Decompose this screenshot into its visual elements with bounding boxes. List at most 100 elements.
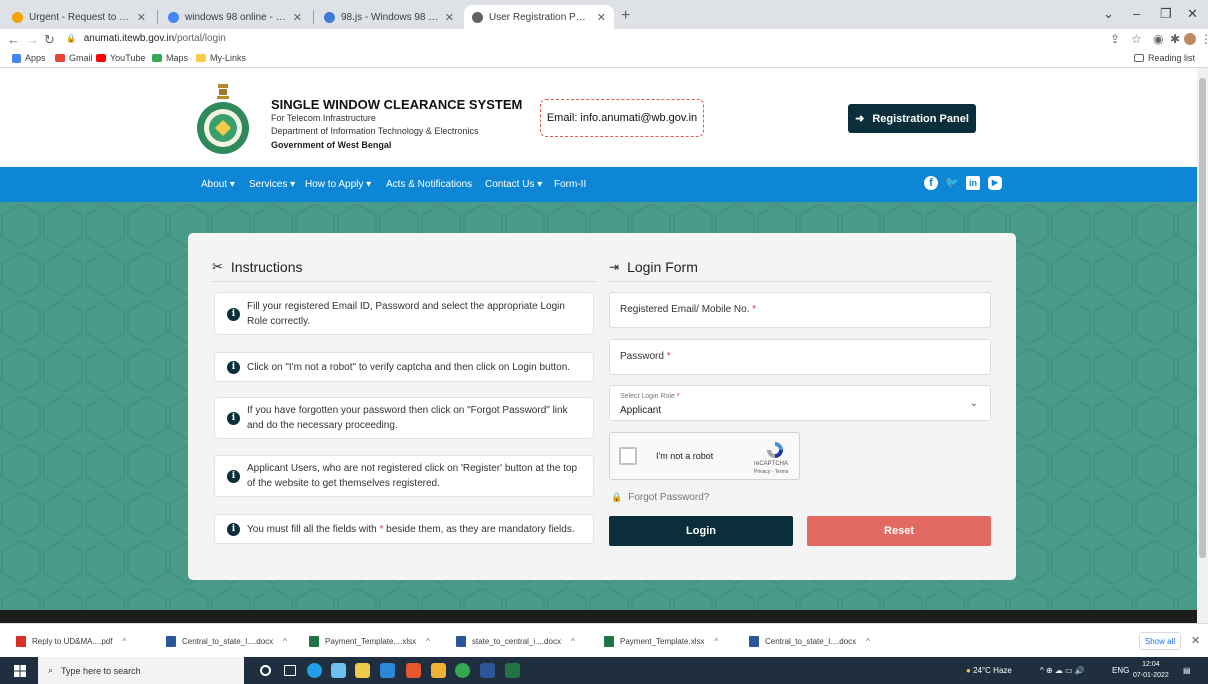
close-window-button[interactable]: ✕ — [1187, 6, 1198, 22]
youtube-social-icon[interactable]: ▶ — [988, 176, 1002, 190]
calculator-icon[interactable] — [331, 663, 346, 678]
bookmark-maps[interactable]: Maps — [152, 53, 188, 63]
taskbar-search-input[interactable]: ⌕ Type here to search — [38, 657, 244, 684]
nav-acts-notifications[interactable]: Acts & Notifications — [386, 179, 472, 190]
bookmark-youtube[interactable]: YouTube — [96, 53, 145, 63]
browser-tab-active[interactable]: User Registration Page ✕ — [464, 5, 614, 29]
notification-icon[interactable]: ▤ — [1183, 666, 1191, 675]
reading-list[interactable]: Reading list — [1134, 53, 1195, 63]
office-icon[interactable] — [406, 663, 421, 678]
forward-arrow-icon[interactable]: → — [26, 32, 39, 47]
forgot-password-link[interactable]: 🔒 Forgot Password? — [611, 492, 709, 503]
edge-icon[interactable] — [307, 663, 322, 678]
site-subtitle: For Telecom Infrastructure — [271, 113, 376, 123]
windows-start-icon[interactable] — [14, 665, 26, 677]
facebook-icon[interactable]: f — [924, 176, 938, 190]
site-header: SINGLE WINDOW CLEARANCE SYSTEM For Telec… — [0, 68, 1197, 167]
reload-icon[interactable]: ↻ — [44, 32, 55, 48]
share-icon[interactable]: ⇪ — [1110, 32, 1120, 46]
nav-how-to-apply[interactable]: How to Apply ▾ — [305, 179, 371, 190]
download-item[interactable]: state_to_central_i....docx ^ — [456, 636, 575, 647]
nav-services[interactable]: Services ▾ — [249, 179, 295, 190]
download-item[interactable]: Reply to UD&MA....pdf ^ — [16, 636, 126, 647]
close-icon[interactable]: ✕ — [597, 11, 606, 24]
lock-app-icon[interactable] — [431, 663, 446, 678]
chevron-up-icon[interactable]: ^ — [571, 637, 575, 646]
address-bar[interactable]: 🔒 anumati.itewb.gov.in/portal/login — [66, 33, 226, 44]
profile-avatar[interactable] — [1184, 33, 1196, 45]
instruction-item: i Fill your registered Email ID, Passwor… — [214, 292, 594, 335]
word-icon[interactable] — [480, 663, 495, 678]
download-item[interactable]: Payment_Template....xlsx ^ — [309, 636, 430, 647]
bookmark-apps[interactable]: Apps — [12, 53, 46, 63]
chevron-up-icon[interactable]: ^ — [283, 637, 287, 646]
bookmark-star-icon[interactable]: ☆ — [1131, 32, 1142, 46]
recaptcha-checkbox[interactable] — [619, 447, 637, 465]
restore-button[interactable]: ❐ — [1160, 6, 1172, 22]
chrome-icon[interactable] — [455, 663, 470, 678]
browser-tab-3[interactable]: 98.js - Windows 98 Online ✕ — [316, 5, 462, 29]
close-icon[interactable]: ✕ — [293, 11, 302, 24]
close-icon[interactable]: ✕ — [137, 11, 146, 24]
instruction-item: i You must fill all the fields with * be… — [214, 514, 594, 544]
close-icon[interactable]: ✕ — [445, 11, 454, 24]
minimize-button[interactable]: – — [1133, 6, 1140, 21]
mail-icon[interactable] — [380, 663, 395, 678]
cortana-icon[interactable] — [260, 665, 271, 676]
linkedin-icon[interactable]: in — [966, 176, 980, 190]
back-arrow-icon[interactable]: ← — [7, 32, 20, 47]
task-view-icon[interactable] — [284, 665, 296, 676]
recaptcha-widget: I'm not a robot reCAPTCHA Privacy - Term… — [609, 432, 800, 480]
word-file-icon — [749, 636, 759, 647]
nav-form-ii[interactable]: Form-II — [554, 179, 586, 190]
browser-tab-2[interactable]: windows 98 online - Google Sea ✕ — [160, 5, 310, 29]
sun-icon: ● — [966, 666, 971, 675]
weather-widget[interactable]: ● 24°C Haze — [966, 666, 1012, 675]
close-icon[interactable]: ✕ — [1191, 634, 1200, 647]
chevron-up-icon[interactable]: ^ — [122, 637, 126, 646]
page-scrollbar[interactable] — [1197, 68, 1208, 623]
windows-taskbar: ⌕ Type here to search ● 24°C Haze ^ ⊕ ☁ … — [0, 657, 1208, 684]
registration-panel-button[interactable]: ➜ Registration Panel — [848, 104, 976, 133]
tab-favicon-icon — [324, 11, 335, 23]
excel-file-icon — [309, 636, 319, 647]
new-tab-button[interactable]: + — [621, 7, 630, 25]
download-item[interactable]: Payment_Template.xlsx ^ — [604, 636, 718, 647]
login-divider — [609, 281, 991, 282]
instructions-heading: ✂ Instructions — [212, 259, 303, 275]
browser-tab-1[interactable]: Urgent - Request to provide som ✕ — [4, 5, 154, 29]
email-field[interactable]: Registered Email/ Mobile No. * — [609, 292, 991, 328]
info-icon: i — [227, 307, 240, 321]
search-icon: ⌕ — [48, 665, 54, 675]
bookmark-my-links[interactable]: My-Links — [196, 53, 246, 63]
language-indicator[interactable]: ENG — [1112, 666, 1129, 675]
password-field[interactable]: Password * — [609, 339, 991, 375]
nav-contact-us[interactable]: Contact Us ▾ — [485, 179, 542, 190]
twitter-icon[interactable]: 🐦 — [945, 176, 959, 190]
tab-search-icon[interactable]: ⌄ — [1103, 6, 1114, 22]
download-item[interactable]: Central_to_state_I....docx ^ — [166, 636, 287, 647]
menu-icon[interactable]: ⋮ — [1200, 32, 1208, 46]
show-all-button[interactable]: Show all — [1139, 632, 1181, 650]
login-form-heading: ⇥ Login Form — [609, 259, 698, 275]
apps-grid-icon — [12, 53, 21, 63]
tray-icons[interactable]: ^ ⊕ ☁ ▭ 🔊 — [1040, 666, 1085, 675]
excel-icon[interactable] — [505, 663, 520, 678]
reset-button[interactable]: Reset — [807, 516, 991, 546]
contact-email[interactable]: Email: info.anumati@wb.gov.in — [540, 99, 704, 137]
download-item[interactable]: Central_to_state_I....docx ^ — [749, 636, 870, 647]
site-government: Government of West Bengal — [271, 140, 392, 150]
scrollbar-thumb[interactable] — [1199, 78, 1206, 558]
login-button[interactable]: Login — [609, 516, 793, 546]
store-icon[interactable] — [355, 663, 370, 678]
chevron-up-icon[interactable]: ^ — [866, 637, 870, 646]
nav-about[interactable]: About ▾ — [201, 179, 235, 190]
excel-file-icon — [604, 636, 614, 647]
login-role-select[interactable]: Select Login Role * Applicant ⌄ — [609, 385, 991, 421]
chevron-up-icon[interactable]: ^ — [714, 637, 718, 646]
extension-icon[interactable]: ◉ — [1153, 32, 1163, 46]
clock[interactable]: 12:04 07-01-2022 — [1133, 659, 1169, 681]
chevron-up-icon[interactable]: ^ — [426, 637, 430, 646]
puzzle-icon[interactable]: ✱ — [1170, 32, 1180, 46]
bookmark-gmail[interactable]: Gmail — [55, 53, 93, 63]
